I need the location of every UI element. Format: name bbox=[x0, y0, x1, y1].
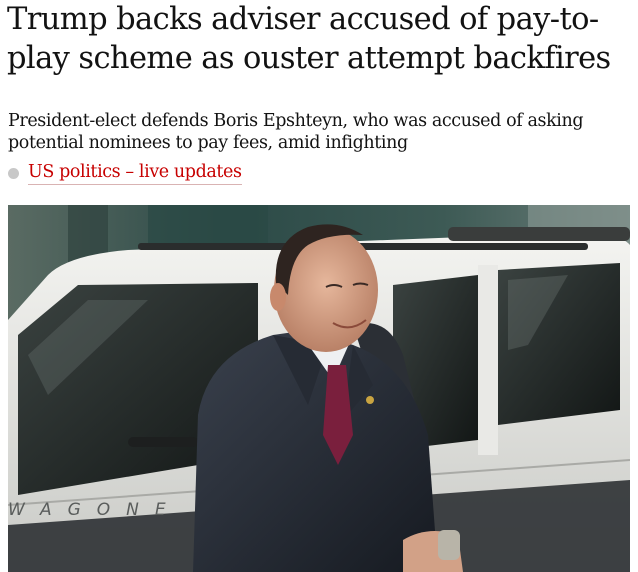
article-standfirst: President-elect defends Boris Epshteyn, … bbox=[8, 111, 584, 153]
vehicle-badge-text: WAGONE bbox=[8, 500, 182, 520]
live-updates-link[interactable]: US politics – live updates bbox=[28, 161, 242, 185]
live-updates-row: US politics – live updates bbox=[8, 161, 242, 185]
photo-illustration: WAGONE bbox=[8, 205, 630, 572]
live-indicator-dot-icon bbox=[8, 168, 19, 179]
article-main-photo: WAGONE bbox=[8, 205, 630, 572]
article-headline: Trump backs adviser accused of pay-to-pl… bbox=[7, 2, 611, 76]
lapel-pin-icon bbox=[366, 396, 374, 404]
article: Trump backs adviser accused of pay-to-pl… bbox=[0, 0, 638, 572]
